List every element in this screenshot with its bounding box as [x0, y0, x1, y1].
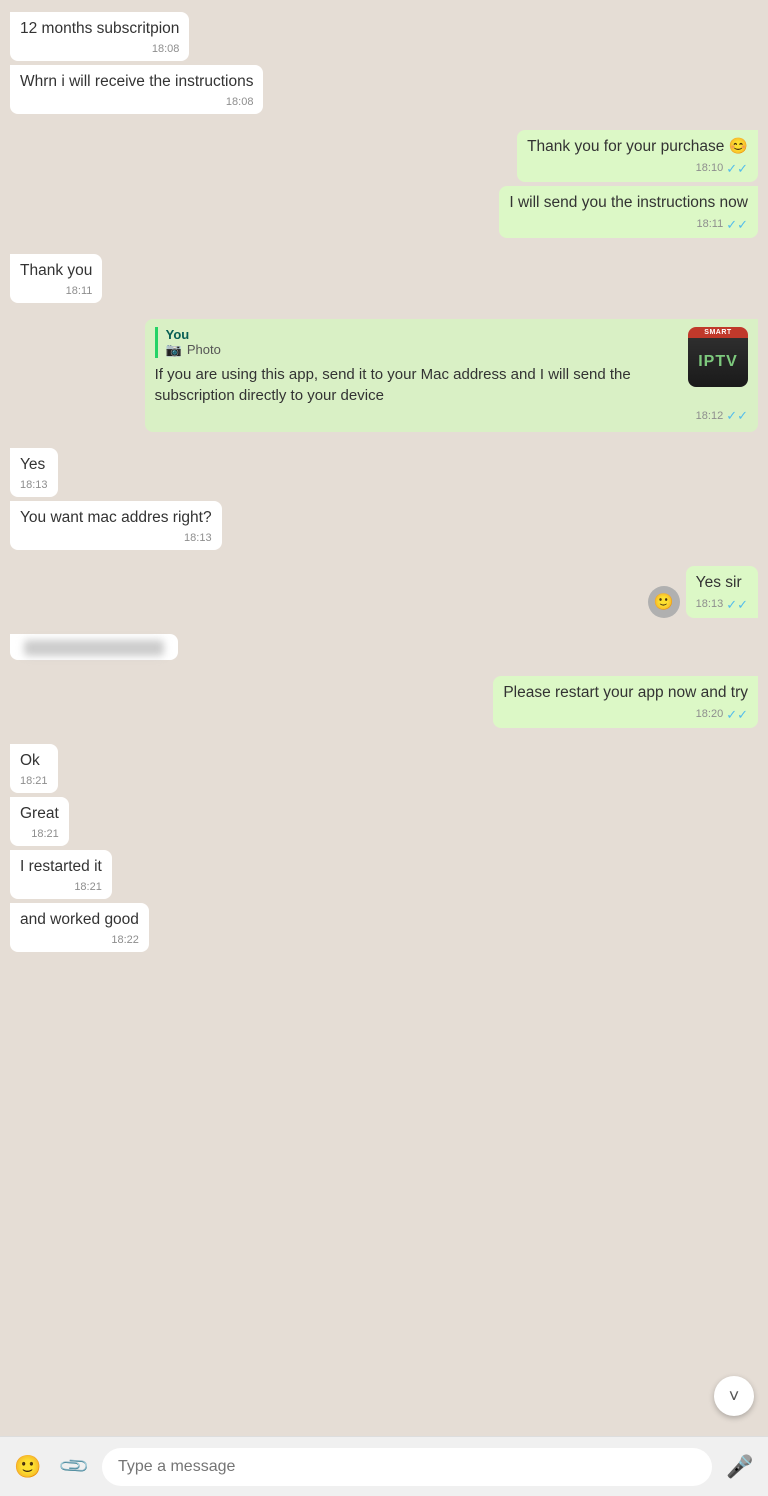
msg-text: Yes sir — [696, 574, 742, 591]
read-ticks: ✓✓ — [726, 160, 748, 178]
msg-text: Whrn i will receive the instructions — [20, 73, 253, 90]
msg-text: and worked good — [20, 911, 139, 928]
read-ticks: ✓✓ — [726, 596, 748, 614]
msg-text: Thank you — [20, 262, 92, 279]
message-11: Please restart your app now and try 18:2… — [493, 676, 758, 728]
read-ticks: ✓✓ — [726, 408, 748, 424]
message-2: Whrn i will receive the instructions 18:… — [10, 65, 263, 114]
quote-row: You 📷 Photo If you are using this app, s… — [155, 327, 748, 406]
quote-preview-text: Photo — [187, 342, 221, 357]
msg-text: Please restart your app now and try — [503, 684, 748, 701]
quote-preview: 📷 Photo — [166, 342, 682, 358]
attach-button[interactable]: 📎 — [56, 1449, 92, 1485]
chat-area: 12 months subscritpion 18:08 Whrn i will… — [0, 0, 768, 1436]
message-5: Thank you 18:11 — [10, 254, 102, 303]
mic-button[interactable]: 🎤 — [722, 1449, 758, 1485]
msg-text: I restarted it — [20, 858, 102, 875]
msg-text: Great — [20, 805, 59, 822]
msg-text: I will send you the instructions now — [509, 194, 748, 211]
quote-author: You — [166, 327, 682, 342]
message-7: Yes 18:13 — [10, 448, 58, 497]
message-3: Thank you for your purchase 😊 18:10 ✓✓ — [517, 130, 758, 182]
message-12: Ok 18:21 — [10, 744, 58, 793]
msg-time: 18:13 — [20, 478, 48, 493]
msg-time: 18:21 — [74, 880, 102, 895]
msg-text: You want mac addres right? — [20, 509, 212, 526]
mic-icon: 🎤 — [726, 1454, 753, 1480]
msg-time: 18:08 — [226, 95, 254, 110]
message-6-quote: You 📷 Photo If you are using this app, s… — [145, 319, 758, 432]
msg-time: 18:13 — [696, 597, 724, 612]
msg-time: 18:12 — [696, 410, 724, 422]
msg-text: Yes — [20, 456, 45, 473]
quote-body: If you are using this app, send it to yo… — [155, 364, 682, 406]
msg-time: 18:10 — [696, 161, 724, 176]
message-10-blurred — [10, 634, 178, 660]
msg-time: 18:20 — [696, 707, 724, 722]
paperclip-icon: 📎 — [56, 1449, 91, 1484]
msg-text: Ok — [20, 752, 40, 769]
message-8: You want mac addres right? 18:13 — [10, 501, 222, 550]
msg-time: 18:22 — [111, 933, 139, 948]
msg-time: 18:11 — [66, 284, 93, 299]
message-4: I will send you the instructions now 18:… — [499, 186, 758, 238]
read-ticks: ✓✓ — [726, 216, 748, 234]
msg-time: 18:08 — [152, 42, 180, 57]
iptv-thumbnail: SMART IPTV — [688, 327, 748, 387]
blurred-name — [24, 640, 164, 656]
iptv-bottom-label: IPTV — [688, 338, 748, 387]
read-ticks: ✓✓ — [726, 706, 748, 724]
msg-time: 18:21 — [20, 774, 48, 789]
msg-time: 18:11 — [696, 217, 723, 232]
msg-time: 18:21 — [31, 827, 59, 842]
message-9: Yes sir 18:13 ✓✓ — [686, 566, 758, 618]
message-15: and worked good 18:22 — [10, 903, 149, 952]
scroll-to-bottom-button[interactable]: ˅ — [714, 1376, 754, 1416]
avatar-icon: 🙂 — [648, 586, 680, 618]
message-9-row: 🙂 Yes sir 18:13 ✓✓ — [10, 566, 758, 618]
quote-inner: You 📷 Photo — [155, 327, 682, 358]
msg-time: 18:13 — [184, 531, 212, 546]
message-input[interactable] — [102, 1448, 712, 1486]
input-bar: 🙂 📎 🎤 — [0, 1436, 768, 1496]
message-1: 12 months subscritpion 18:08 — [10, 12, 189, 61]
chevron-down-icon: ˅ — [729, 1386, 740, 1407]
msg-text: Thank you for your purchase 😊 — [527, 138, 748, 155]
message-14: I restarted it 18:21 — [10, 850, 112, 899]
message-13: Great 18:21 — [10, 797, 69, 846]
msg-text: 12 months subscritpion — [20, 20, 179, 37]
emoji-icon: 🙂 — [14, 1454, 41, 1480]
emoji-button[interactable]: 🙂 — [10, 1449, 46, 1485]
camera-icon: 📷 — [166, 342, 182, 358]
iptv-top-label: SMART — [688, 327, 748, 338]
